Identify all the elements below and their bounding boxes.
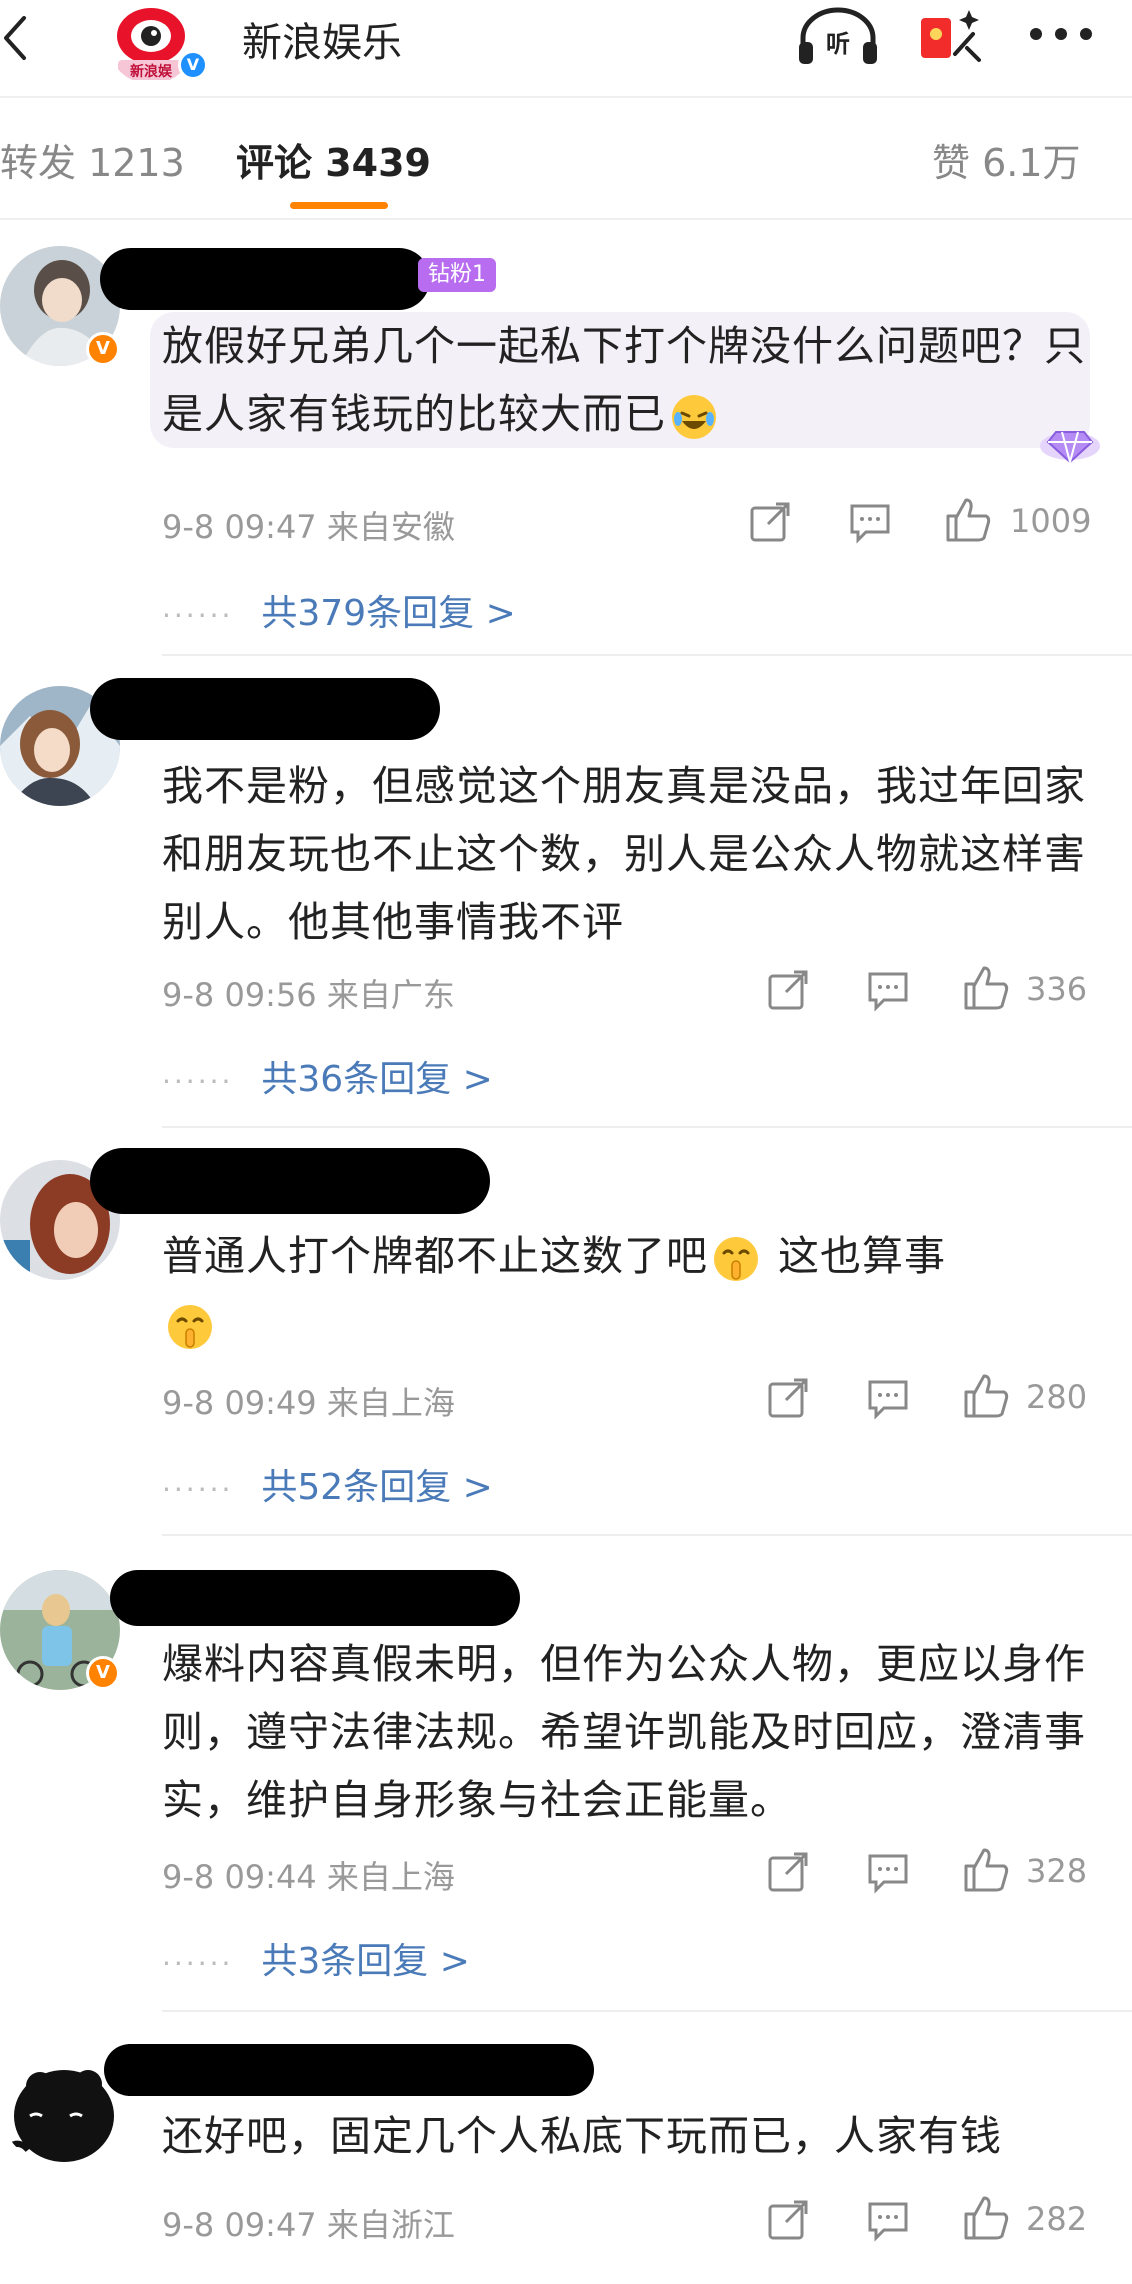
listen-icon[interactable]: 听 [795,6,881,66]
tab-repost[interactable]: 转发 1213 [0,132,185,187]
comment-meta: 9-8 09:47 来自浙江 [162,2206,455,2244]
comment-icon[interactable] [866,1376,910,1420]
redacted-username [100,248,430,310]
comment-text: 爆料内容真假未明，但作为公众人物，更应以身作则，遵守法律法规。希望许凯能及时回应… [162,1640,1086,1824]
like-count: 282 [1026,2200,1088,2238]
like-icon[interactable] [962,964,1010,1012]
tab-comments[interactable]: 评论 3439 [236,132,431,187]
back-icon[interactable] [0,10,40,66]
redacted-username [90,678,440,740]
share-icon[interactable] [748,500,792,544]
view-replies-link[interactable]: ······ 共379条回复 > [162,584,516,636]
comment-text: 我不是粉，但感觉这个朋友真是没品，我过年回家和朋友玩也不止这个数，别人是公众人物… [162,762,1086,946]
comment-icon[interactable] [866,1850,910,1894]
share-icon[interactable] [766,968,810,1012]
share-icon[interactable] [766,1850,810,1894]
comment-text: 放假好兄弟几个一起私下打个牌没什么问题吧？只是人家有钱玩的比较大而已 [150,312,1090,448]
comment-text: 还好吧，固定几个人私底下玩而已，人家有钱 [162,2112,1002,2160]
tabs-divider [0,218,1132,220]
svg-text:新浪娱: 新浪娱 [130,63,173,80]
view-replies-link[interactable]: ······ 共36条回复 > [162,1050,493,1102]
red-packet-icon[interactable] [915,4,985,68]
share-icon[interactable] [766,1376,810,1420]
share-icon[interactable] [766,2198,810,2242]
shushing-emoji-icon [714,1237,758,1281]
verified-badge: V [86,1656,120,1690]
like-icon[interactable] [962,1846,1010,1894]
tab-likes[interactable]: 赞 6.1万 [932,132,1081,187]
top-bar: 新浪娱 V 新浪娱乐 听 [0,0,1132,96]
view-replies-link[interactable]: ······ 共3条回复 > [162,1932,470,1984]
comment-divider [162,654,1132,656]
fan-badge: 钻粉1 [418,258,496,292]
redacted-username [104,2044,594,2096]
comment-icon[interactable] [866,968,910,1012]
comment-meta: 9-8 09:44 来自上海 [162,1858,455,1896]
comment-text: 普通人打个牌都不止这数了吧 这也算事 [162,1222,1092,1358]
comment-divider [162,1534,1132,1536]
like-icon[interactable] [962,2194,1010,2242]
like-count: 1009 [1010,502,1092,540]
verified-badge: V [178,50,208,80]
comment-icon[interactable] [848,500,892,544]
redacted-username [90,1148,490,1214]
like-count: 328 [1026,1852,1088,1890]
like-count: 280 [1026,1378,1088,1416]
like-icon[interactable] [944,496,992,544]
comment-divider [162,1126,1132,1128]
active-tab-indicator [290,202,388,209]
shushing-emoji-icon [168,1305,212,1349]
comment-meta: 9-8 09:56 来自广东 [162,976,455,1014]
account-name[interactable]: 新浪娱乐 [242,10,402,68]
avatar[interactable] [0,2046,120,2166]
view-replies-link[interactable]: ······ 共52条回复 > [162,1458,493,1510]
like-icon[interactable] [962,1372,1010,1420]
redacted-username [110,1570,520,1626]
verified-badge: V [86,332,120,366]
more-icon[interactable] [1028,26,1094,42]
comment-icon[interactable] [866,2198,910,2242]
tab-bar: 转发 1213 评论 3439 赞 6.1万 [0,96,1132,220]
comment-divider [162,2010,1132,2012]
comment-meta: 9-8 09:47 来自安徽 [162,508,455,546]
like-count: 336 [1026,970,1088,1008]
comment-meta: 9-8 09:49 来自上海 [162,1384,455,1422]
laughing-emoji-icon [672,395,716,439]
diamond-decoration-icon [1040,431,1100,466]
svg-text:听: 听 [826,30,850,58]
